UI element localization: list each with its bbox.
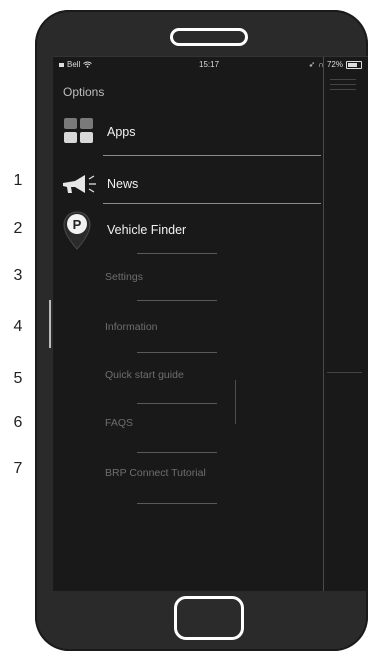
- background-divider: [327, 372, 362, 373]
- separator: [137, 300, 217, 301]
- callout-2: 2: [13, 220, 23, 237]
- separator: [137, 452, 217, 453]
- separator: [103, 203, 321, 204]
- svg-text:P: P: [73, 217, 82, 232]
- parking-pin-icon: P: [63, 211, 91, 250]
- menu-label-settings: Settings: [105, 271, 143, 283]
- drawer-edge: [323, 57, 324, 591]
- status-bar: Bell 15:17 ➶ ∩ 72%: [53, 57, 368, 73]
- carrier-label: Bell: [67, 60, 81, 69]
- separator: [137, 253, 217, 254]
- callout-numbers: 1 2 3 4 5 6 7: [0, 0, 40, 651]
- separator: [103, 155, 321, 156]
- menu-label-apps: Apps: [107, 125, 136, 139]
- apps-grid-icon: [64, 118, 93, 143]
- wifi-icon: [83, 61, 93, 68]
- menu-label-information: Information: [105, 321, 158, 333]
- background-divider: [235, 380, 236, 424]
- megaphone-icon: [63, 175, 96, 193]
- separator: [137, 503, 217, 504]
- callout-3: 3: [13, 267, 23, 284]
- callout-7: 7: [13, 460, 23, 477]
- menu-item-brp-connect-tutorial[interactable]: BRP Connect Tutorial: [53, 455, 323, 499]
- callout-6: 6: [13, 414, 23, 431]
- home-button[interactable]: [174, 596, 244, 640]
- menu-item-quick-start-guide[interactable]: Quick start guide: [53, 357, 323, 401]
- separator: [137, 403, 217, 404]
- callout-1: 1: [13, 172, 23, 189]
- phone-screen: Bell 15:17 ➶ ∩ 72% Options Apps News P V…: [53, 56, 368, 591]
- side-button: [49, 300, 51, 348]
- battery-icon: [346, 60, 362, 69]
- phone-speaker: [170, 28, 248, 46]
- location-icon: ➶: [308, 60, 316, 69]
- callout-5: 5: [13, 370, 23, 387]
- menu-label-faqs: FAQS: [105, 417, 134, 429]
- menu-item-apps[interactable]: Apps: [53, 111, 323, 155]
- status-time: 15:17: [199, 60, 220, 69]
- menu-label-vehicle-finder: Vehicle Finder: [107, 223, 187, 237]
- menu-item-settings[interactable]: Settings: [53, 257, 323, 301]
- options-title: Options: [63, 85, 105, 99]
- menu-item-vehicle-finder[interactable]: P Vehicle Finder: [53, 207, 323, 251]
- battery-percent: 72%: [326, 60, 343, 69]
- background-content-lines: [330, 79, 356, 94]
- menu-label-news: News: [107, 177, 139, 191]
- separator: [137, 352, 217, 353]
- signal-icon: [59, 62, 64, 67]
- menu-label-brp-connect-tutorial: BRP Connect Tutorial: [105, 467, 206, 479]
- menu-label-quick-start-guide: Quick start guide: [105, 369, 184, 381]
- menu-item-faqs[interactable]: FAQS: [53, 407, 323, 451]
- menu-item-information[interactable]: Information: [53, 307, 323, 351]
- menu-item-news[interactable]: News: [53, 161, 323, 205]
- callout-4: 4: [13, 318, 23, 335]
